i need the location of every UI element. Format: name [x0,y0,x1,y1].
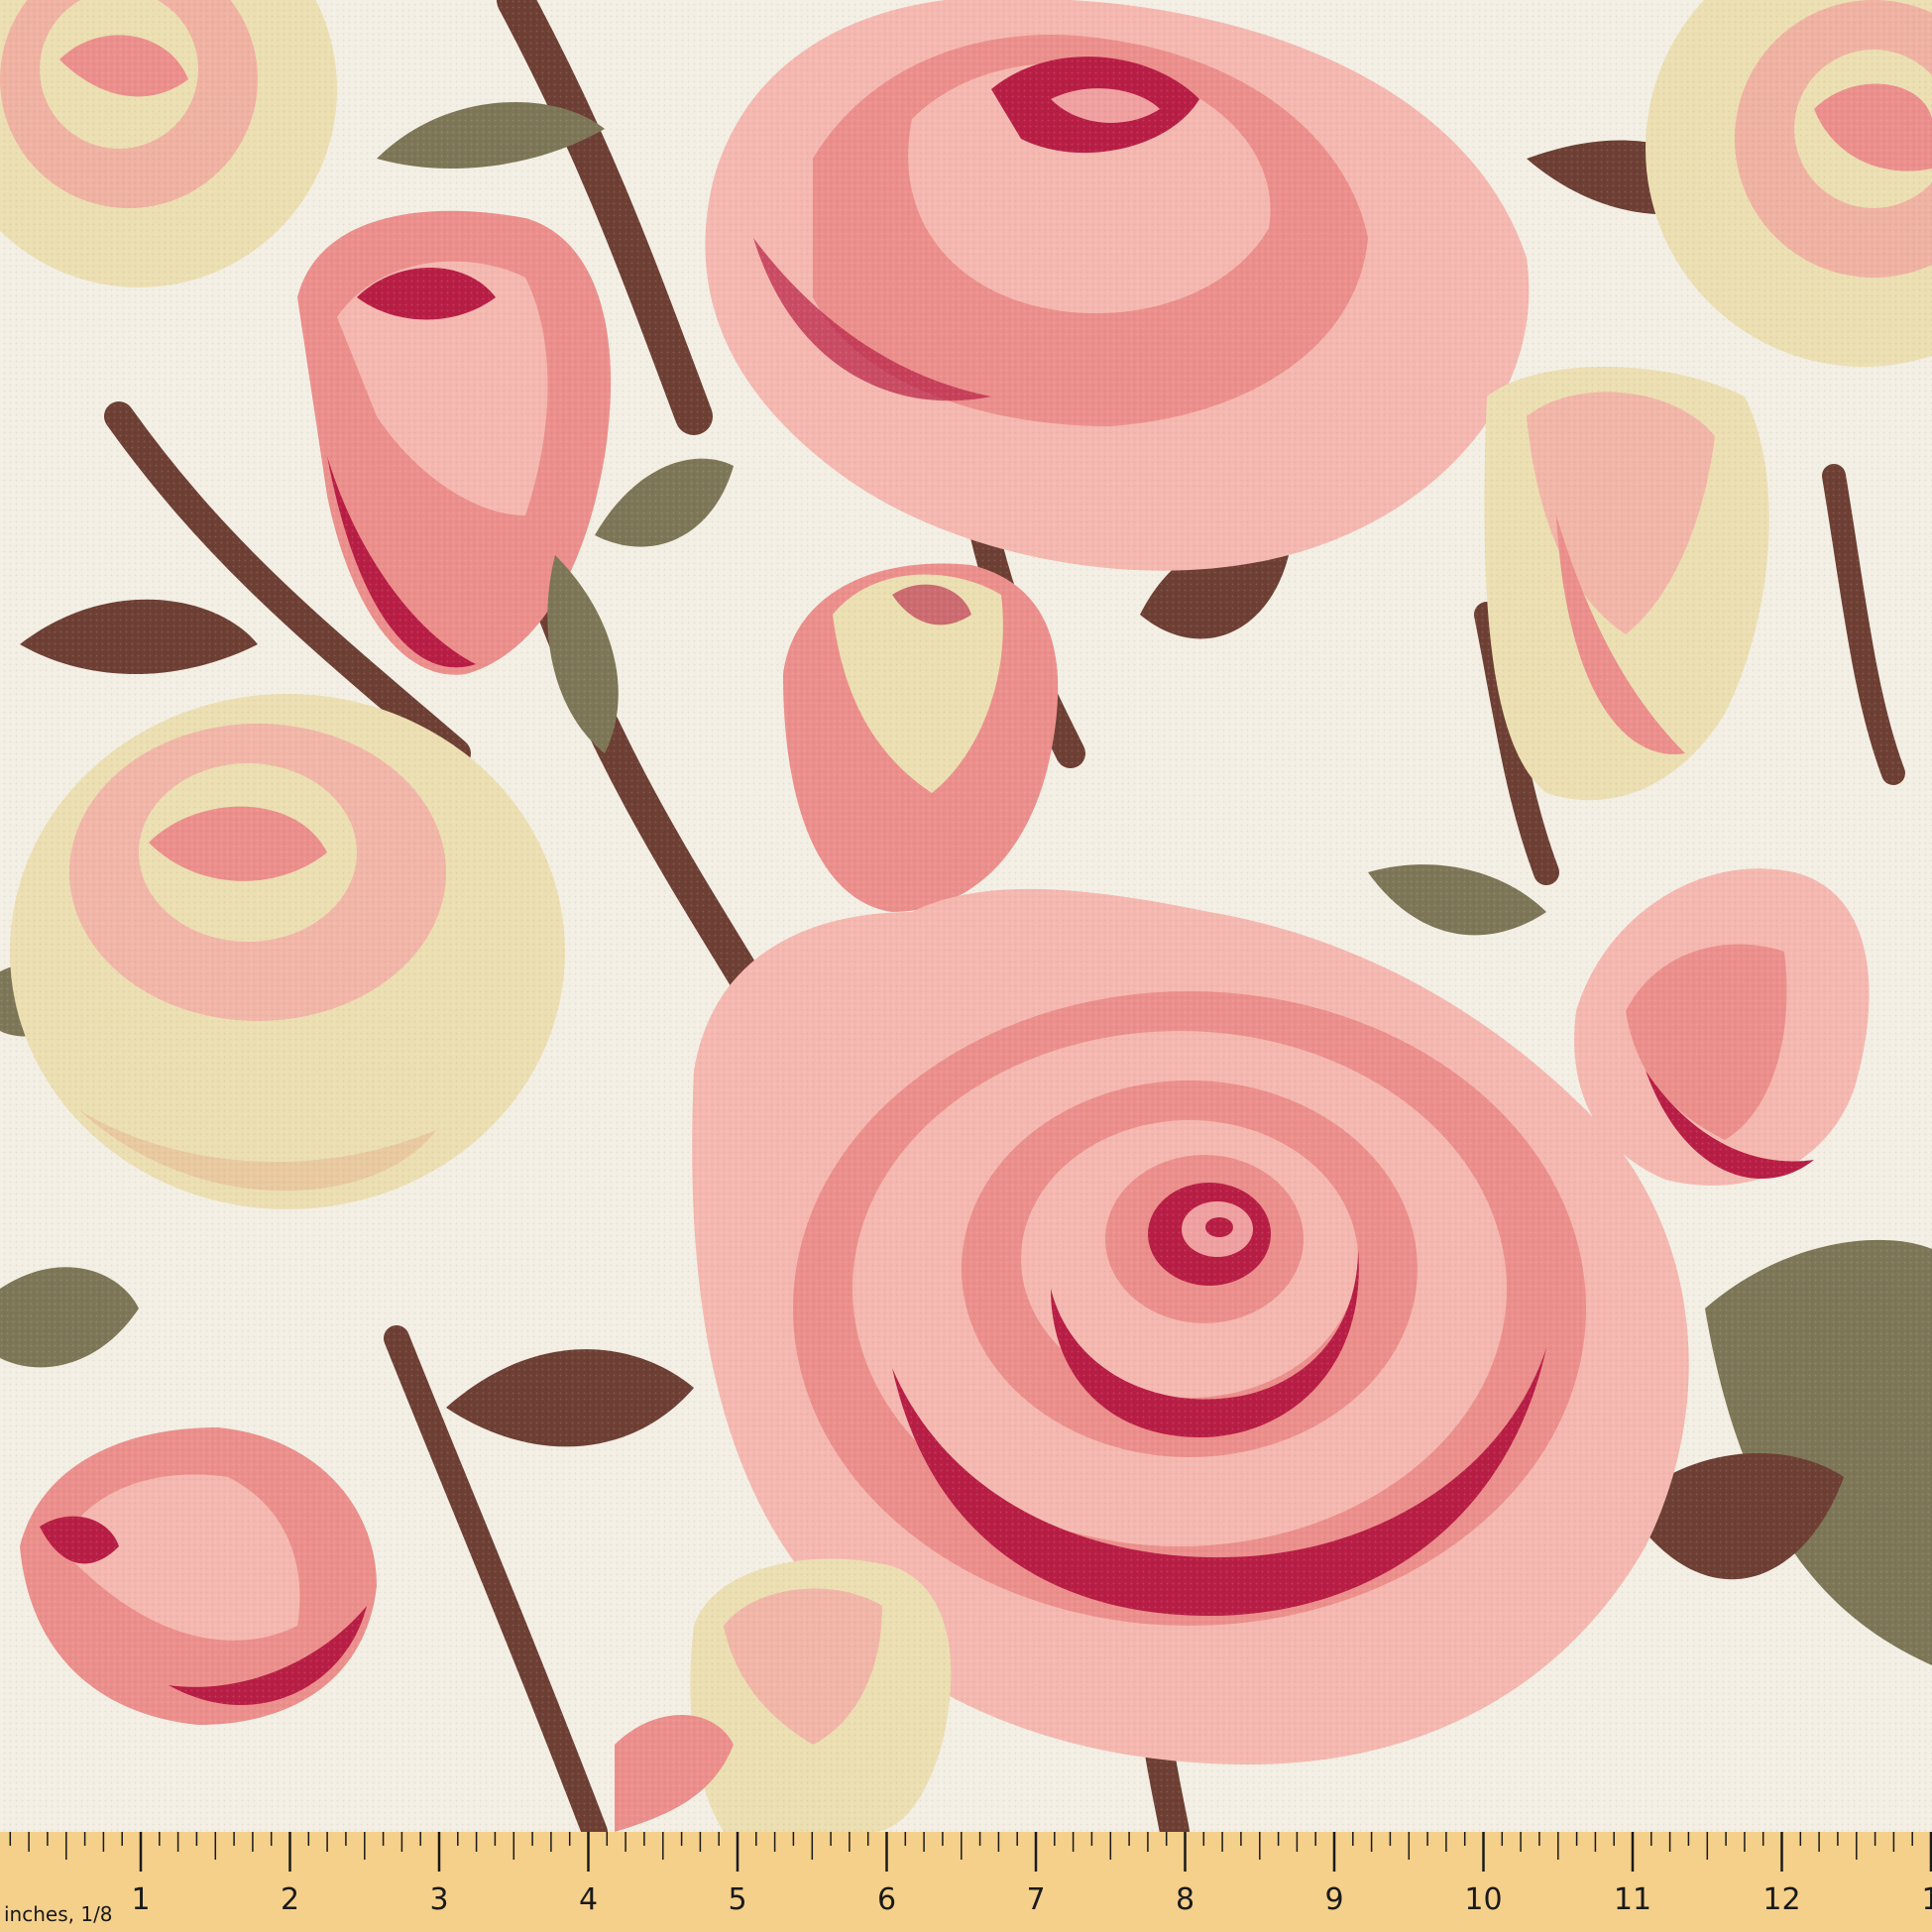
weave-texture [0,0,1932,1832]
ruler-number: 1 [1921,1882,1932,1917]
ruler-number: 1 [131,1882,150,1917]
rose-fabric-pattern [0,0,1932,1932]
ruler-number: 4 [579,1882,598,1917]
ruler-number: 10 [1464,1882,1502,1917]
ruler-number: 12 [1762,1882,1800,1917]
ruler-number: 9 [1324,1882,1343,1917]
ruler-unit-label: inches, 1/8 [4,1902,113,1926]
ruler-number: 11 [1614,1882,1651,1917]
ruler-number: 3 [429,1882,448,1917]
ruler-number: 6 [877,1882,896,1917]
ruler-number: 8 [1176,1882,1194,1917]
measuring-ruler: 1 2 3 4 5 6 7 8 9 10 11 12 1 inches, 1/8 [0,1832,1932,1932]
ruler-number: 7 [1026,1882,1045,1917]
ruler-number: 5 [728,1882,746,1917]
ruler-number: 2 [281,1882,299,1917]
